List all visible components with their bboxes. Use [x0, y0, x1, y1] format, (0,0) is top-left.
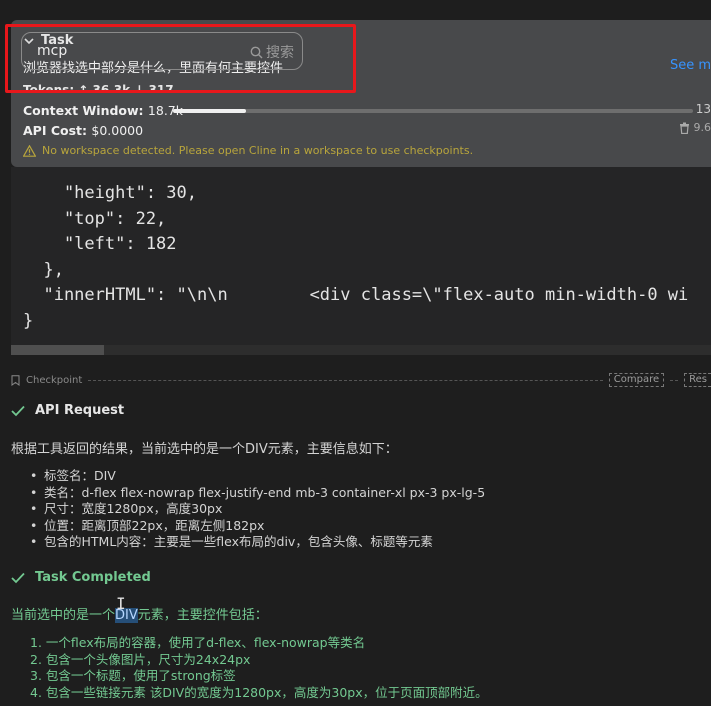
list-item: 位置：距离顶部22px，距离左侧182px	[30, 518, 485, 535]
check-icon	[11, 405, 25, 416]
tokens-usage: Tokens: ↑ 36.3k ↓ 317	[23, 83, 174, 90]
list-item: 标签名：DIV	[30, 468, 485, 485]
task-completed-intro: 当前选中的是一个DIV元素，主要控件包括：	[11, 604, 268, 623]
task-completed-title: Task Completed	[35, 570, 151, 585]
search-placeholder-group: 搜索	[250, 42, 294, 62]
list-item: 3. 包含一个标题，使用了strong标签	[30, 668, 236, 683]
intro-text: 元素，主要控件包括：	[137, 608, 268, 623]
api-cost-row: API Cost: $0.0000	[23, 123, 143, 138]
warning-icon	[23, 144, 36, 157]
list-item: 4. 包含一些链接元素 该DIV的宽度为1280px，高度为30px，位于页面顶…	[30, 684, 488, 700]
list-item: 包含的HTML内容：主要是一些flex布局的div，包含头像、标题等元素	[30, 534, 485, 551]
api-request-title: API Request	[35, 403, 125, 418]
bookmark-icon	[11, 374, 20, 386]
checkpoint-label: Checkpoint	[26, 374, 83, 386]
context-window-bar	[173, 109, 693, 113]
list-item: 尺寸：宽度1280px，高度30px	[30, 501, 485, 518]
api-request-intro: 根据工具返回的结果，当前选中的是一个DIV元素，主要信息如下：	[11, 442, 398, 457]
search-input-value: mcp	[37, 43, 68, 59]
search-icon	[250, 46, 263, 58]
warning-text: No workspace detected. Please open Cline…	[42, 144, 474, 157]
intro-text: 当前选中的是一个	[11, 608, 116, 623]
context-window-fill	[173, 109, 246, 113]
code-line: "height": 30,	[23, 183, 197, 203]
context-window-label: Context Window:	[23, 102, 144, 118]
context-window-max: 13	[695, 102, 711, 116]
check-icon	[11, 572, 25, 583]
api-cost-label: API Cost:	[23, 123, 88, 138]
list-item: 类名：d-flex flex-nowrap flex-justify-end m…	[30, 485, 485, 502]
see-more-link[interactable]: See m	[670, 58, 711, 73]
task-completed-header: Task Completed	[11, 570, 151, 585]
code-line: "left": 182	[23, 234, 177, 254]
scrollbar-thumb[interactable]	[11, 345, 104, 355]
compare-button[interactable]: Compare	[608, 373, 665, 387]
workspace-warning: No workspace detected. Please open Cline…	[23, 144, 473, 157]
storage-size: 9.6	[693, 121, 711, 134]
checkpoint-row: Checkpoint Compare Res	[11, 373, 711, 387]
api-request-list: 标签名：DIV 类名：d-flex flex-nowrap flex-justi…	[30, 468, 485, 551]
checkpoint-divider	[88, 379, 603, 381]
code-line: },	[23, 259, 64, 280]
task-completed-list: 1. 一个flex布局的容器，使用了d-flex、flex-nowrap等类名 …	[30, 635, 488, 701]
search-placeholder: 搜索	[266, 45, 294, 61]
trash-icon	[679, 122, 689, 134]
json-code-block[interactable]: "height": 30, "top": 22, "left": 182 }, …	[11, 167, 711, 355]
code-line: }	[23, 310, 34, 331]
code-line: "top": 22,	[23, 208, 167, 229]
list-item: 1. 一个flex布局的容器，使用了d-flex、flex-nowrap等类名	[30, 635, 366, 650]
list-item: 2. 包含一个头像图片，尺寸为24x24px	[30, 651, 251, 667]
checkpoint-divider	[670, 379, 679, 381]
delete-task-button[interactable]: 9.6	[679, 121, 711, 134]
api-cost-value: $0.0000	[91, 123, 144, 138]
task-header-panel: Task 浏览器找选中部分是什么，里面有何主要控件 See m Tokens: …	[11, 20, 711, 167]
text-cursor-icon: I	[116, 594, 126, 613]
code-content: "height": 30, "top": 22, "left": 182 }, …	[11, 167, 711, 334]
horizontal-scrollbar[interactable]	[11, 345, 711, 355]
code-line: "innerHTML": "\n\n <div class=\"flex-aut…	[23, 285, 689, 305]
context-window-row: Context Window: 18.7k 13	[23, 102, 711, 118]
api-request-header[interactable]: API Request	[11, 403, 124, 418]
search-input[interactable]: mcp 搜索	[21, 32, 303, 70]
restore-button[interactable]: Res	[684, 373, 711, 387]
